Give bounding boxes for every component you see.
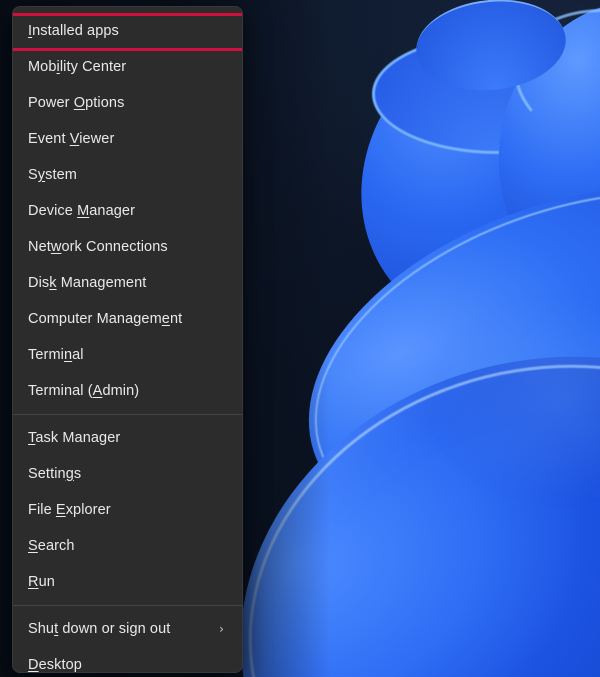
menu-item-device-manager[interactable]: Device Manager	[13, 193, 242, 229]
menu-item-label: Computer Management	[28, 311, 183, 327]
menu-item-label: Terminal (Admin)	[28, 383, 140, 399]
menu-item-mobility-center[interactable]: Mobility Center	[13, 49, 242, 85]
menu-item-power-options[interactable]: Power Options	[13, 85, 242, 121]
menu-separator	[13, 414, 242, 415]
menu-item-label: Search	[28, 538, 75, 554]
menu-separator	[13, 605, 242, 606]
menu-item-label: Shut down or sign out	[28, 621, 171, 637]
menu-item-label: Disk Management	[28, 275, 147, 291]
menu-item-terminal[interactable]: Terminal	[13, 337, 242, 373]
menu-item-label: Task Manager	[28, 430, 121, 446]
menu-item-list: Installed apps Mobility Center Power Optio…	[13, 13, 242, 673]
menu-item-search[interactable]: Search	[13, 528, 242, 564]
menu-item-shut-down-or-sign-out[interactable]: Shut down or sign out ›	[13, 611, 242, 647]
menu-item-label: System	[28, 167, 77, 183]
menu-item-disk-management[interactable]: Disk Management	[13, 265, 242, 301]
menu-item-task-manager[interactable]: Task Manager	[13, 420, 242, 456]
menu-item-label: Terminal	[28, 347, 84, 363]
menu-item-desktop[interactable]: Desktop	[13, 647, 242, 673]
menu-item-label: Installed apps	[28, 23, 119, 39]
win-x-quick-link-menu[interactable]: Installed apps Mobility Center Power Optio…	[12, 6, 243, 673]
menu-item-run[interactable]: Run	[13, 564, 242, 600]
menu-item-event-viewer[interactable]: Event Viewer	[13, 121, 242, 157]
menu-item-label: Settings	[28, 466, 82, 482]
menu-item-label: File Explorer	[28, 502, 111, 518]
menu-item-label: Mobility Center	[28, 59, 127, 75]
menu-item-terminal-admin[interactable]: Terminal (Admin)	[13, 373, 242, 409]
menu-item-label: Event Viewer	[28, 131, 115, 147]
menu-item-label: Network Connections	[28, 239, 168, 255]
menu-item-settings[interactable]: Settings	[13, 456, 242, 492]
menu-item-label: Run	[28, 574, 55, 590]
menu-item-label: Desktop	[28, 657, 82, 673]
menu-item-label: Device Manager	[28, 203, 135, 219]
menu-item-label: Power Options	[28, 95, 125, 111]
menu-item-file-explorer[interactable]: File Explorer	[13, 492, 242, 528]
menu-item-network-connections[interactable]: Network Connections	[13, 229, 242, 265]
menu-item-system[interactable]: System	[13, 157, 242, 193]
menu-item-installed-apps[interactable]: Installed apps	[13, 13, 242, 49]
menu-item-computer-management[interactable]: Computer Management	[13, 301, 242, 337]
chevron-right-icon: ›	[219, 622, 224, 636]
